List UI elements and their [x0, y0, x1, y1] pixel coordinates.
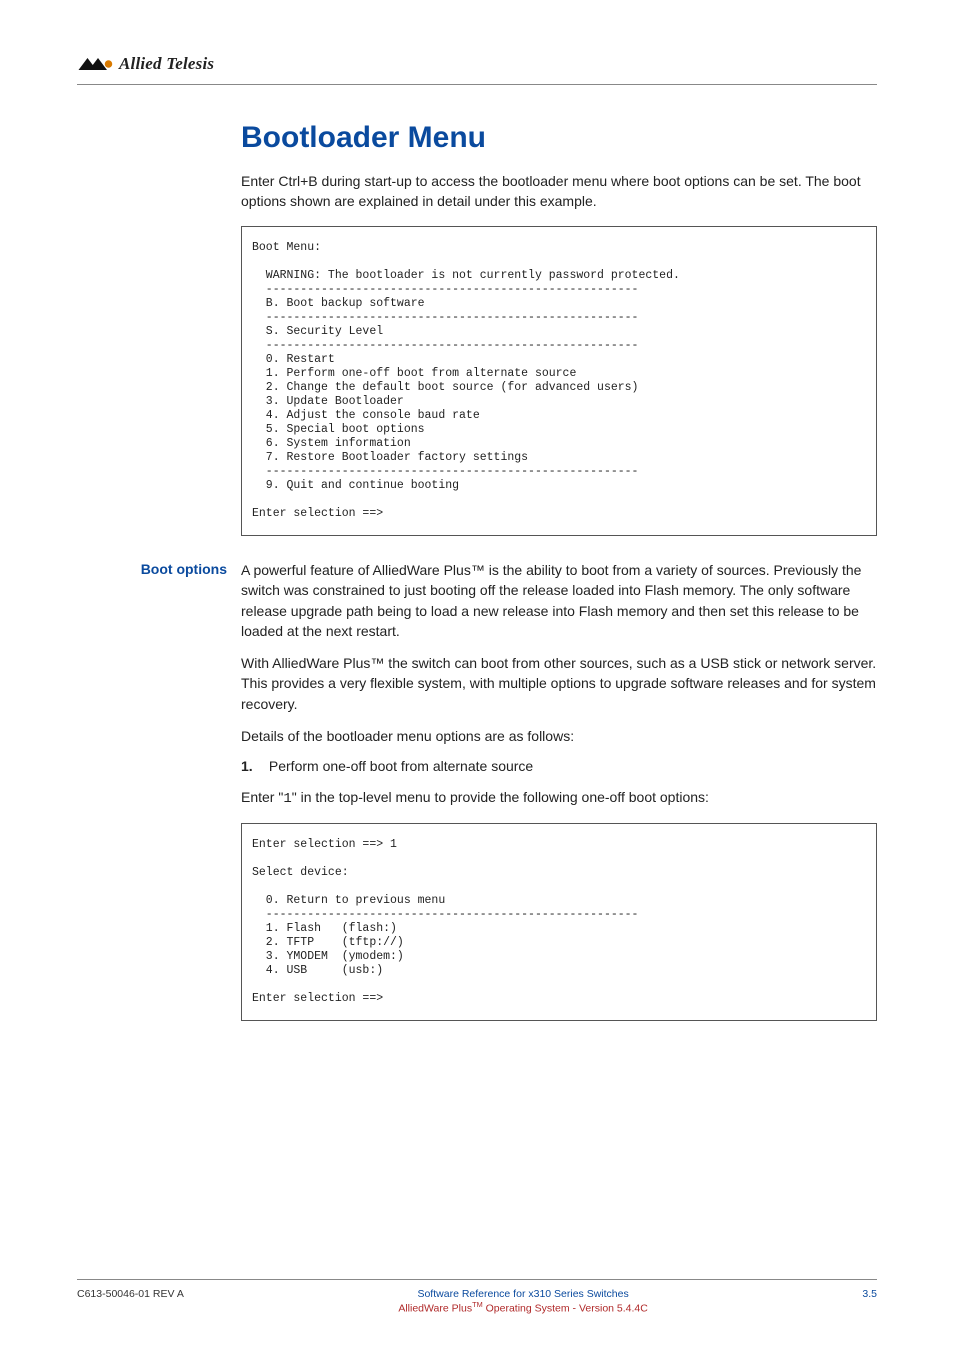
page-footer: C613-50046-01 REV A Software Reference f…	[77, 1279, 877, 1315]
select-device-console: Enter selection ==> 1 Select device: 0. …	[241, 823, 877, 1021]
boot-options-label: Boot options	[77, 560, 227, 577]
brand-header: Allied Telesis	[77, 54, 877, 74]
p4-mono: 1	[283, 791, 291, 807]
boot-menu-console: Boot Menu: WARNING: The bootloader is no…	[241, 226, 877, 536]
footer-pagenum: 3.5	[862, 1288, 877, 1300]
footer-ref: Software Reference for x310 Series Switc…	[184, 1288, 863, 1300]
brand-logo-icon	[77, 56, 113, 72]
boot-options-p4: Enter "1" in the top-level menu to provi…	[241, 787, 877, 809]
boot-options-p1: A powerful feature of AlliedWare Plus™ i…	[241, 560, 877, 641]
step-1: 1. Perform one-off boot from alternate s…	[241, 756, 877, 776]
boot-options-p2: With AlliedWare Plus™ the switch can boo…	[241, 653, 877, 714]
brand-name: Allied Telesis	[119, 54, 214, 74]
step-1-num: 1.	[241, 756, 265, 776]
footer-os: AlliedWare PlusTM Operating System - Ver…	[184, 1300, 863, 1315]
footer-os-a: AlliedWare Plus	[398, 1302, 472, 1314]
footer-os-b: Operating System - Version 5.4.4C	[483, 1302, 648, 1314]
boot-options-p3: Details of the bootloader menu options a…	[241, 726, 877, 746]
footer-divider	[77, 1279, 877, 1280]
footer-docid: C613-50046-01 REV A	[77, 1288, 184, 1300]
step-1-text: Perform one-off boot from alternate sour…	[269, 758, 533, 774]
intro-paragraph: Enter Ctrl+B during start-up to access t…	[241, 171, 877, 212]
p4-b: " in the top-level menu to provide the f…	[292, 789, 709, 805]
p4-a: Enter "	[241, 789, 283, 805]
page-title: Bootloader Menu	[241, 121, 877, 155]
tm-icon: TM	[472, 1300, 483, 1309]
boot-options-steps: 1. Perform one-off boot from alternate s…	[241, 756, 877, 776]
